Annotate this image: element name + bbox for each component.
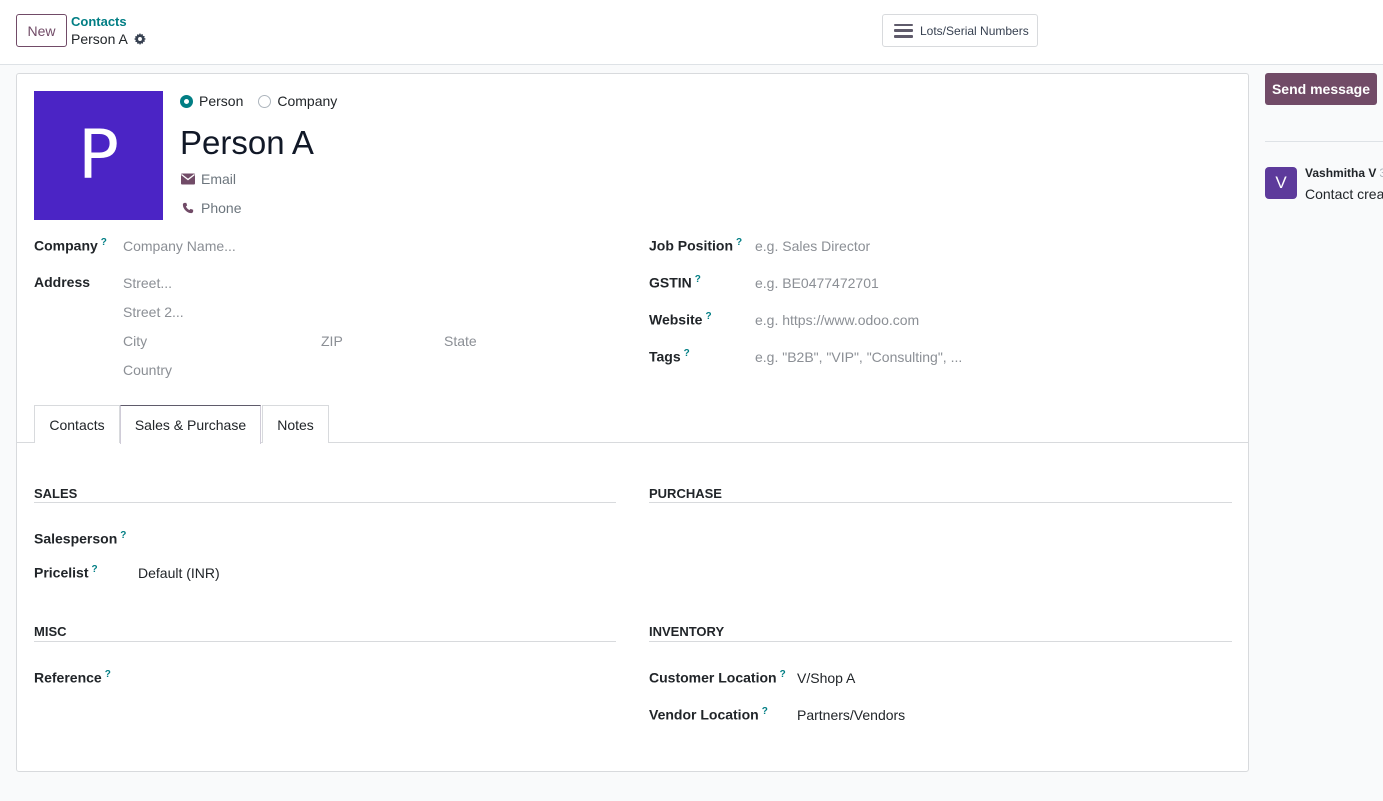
inventory-divider [649,641,1232,642]
gstin-help-icon[interactable]: ? [695,274,701,285]
company-label: Company? [34,237,107,254]
breadcrumb-contacts-link[interactable]: Contacts [71,14,127,29]
breadcrumb-current-label: Person A [71,31,128,47]
control-panel: New Contacts Person A Lots/Serial Number… [0,0,1383,65]
chatter-message-time: 3 [1379,166,1383,180]
tab-contacts[interactable]: Contacts [34,405,120,443]
address-label: Address [34,274,91,290]
envelope-icon [181,173,195,185]
vendor-location-help-icon[interactable]: ? [762,706,768,717]
pricelist-label: Pricelist? [34,564,98,581]
customer-location-label: Customer Location? [649,669,786,686]
send-message-button[interactable]: Send message [1265,73,1377,105]
job-position-help-icon[interactable]: ? [736,237,742,248]
website-label: Website? [649,311,712,328]
email-placeholder: Email [201,171,237,187]
pricelist-help-icon[interactable]: ? [91,564,97,575]
sales-divider [34,502,616,503]
chatter-message-header: Vashmitha V3 [1305,166,1383,180]
street2-input[interactable]: Street 2... [123,304,184,320]
radio-company[interactable] [258,94,272,108]
salesperson-help-icon[interactable]: ? [120,530,126,541]
country-input[interactable]: Country [123,362,172,378]
tags-help-icon[interactable]: ? [684,348,690,359]
customer-location-help-icon[interactable]: ? [780,669,786,680]
tab-notes[interactable]: Notes [262,405,329,443]
phone-field[interactable]: Phone [181,200,241,216]
lots-serial-numbers-label: Lots/Serial Numbers [920,23,1029,38]
website-help-icon[interactable]: ? [705,311,711,322]
gstin-label: GSTIN? [649,274,701,291]
gstin-input[interactable]: e.g. BE0477472701 [755,275,879,291]
vendor-location-field[interactable]: Partners/Vendors [797,707,905,723]
radio-person[interactable] [180,94,193,108]
misc-divider [34,641,616,642]
contact-name-field[interactable]: Person A [180,124,314,162]
city-input[interactable]: City [123,333,147,349]
inventory-section-title: INVENTORY [649,624,725,639]
lots-serial-numbers-button[interactable]: Lots/Serial Numbers [882,14,1038,47]
new-button[interactable]: New [16,14,67,47]
email-field[interactable]: Email [181,171,236,187]
state-input[interactable]: State [444,333,477,349]
vendor-location-label: Vendor Location? [649,706,768,723]
company-type-selector: Person Company [180,93,346,109]
list-bars-icon [894,23,913,38]
chatter-message-body: Contact crea [1305,186,1383,202]
tags-label: Tags? [649,348,690,365]
avatar[interactable]: P [34,91,163,220]
phone-icon [182,202,194,214]
misc-section-title: MISC [34,624,67,639]
radio-person-label[interactable]: Person [199,93,243,109]
radio-company-label[interactable]: Company [277,93,337,109]
street-input[interactable]: Street... [123,275,172,291]
tags-input[interactable]: e.g. "B2B", "VIP", "Consulting", ... [755,349,962,365]
purchase-divider [649,502,1232,503]
purchase-section-title: PURCHASE [649,486,722,501]
chatter-divider [1265,141,1383,142]
job-position-label: Job Position? [649,237,743,254]
phone-placeholder: Phone [201,200,242,216]
reference-label: Reference? [34,669,111,686]
job-position-input[interactable]: e.g. Sales Director [755,238,870,254]
breadcrumb-current: Person A [71,31,146,47]
company-help-icon[interactable]: ? [101,237,107,248]
sales-section-title: SALES [34,486,78,501]
form-sheet: P Person Company Person A Email Phone Co… [16,73,1249,772]
zip-input[interactable]: ZIP [321,333,343,349]
reference-help-icon[interactable]: ? [105,669,111,680]
gear-icon[interactable] [133,33,146,45]
company-input[interactable]: Company Name... [123,238,236,254]
chatter-author-name[interactable]: Vashmitha V [1305,166,1376,180]
salesperson-label: Salesperson? [34,530,127,547]
chatter-author-avatar[interactable]: V [1265,167,1297,199]
customer-location-field[interactable]: V/Shop A [797,670,855,686]
tab-sales-purchase[interactable]: Sales & Purchase [120,405,261,444]
website-input[interactable]: e.g. https://www.odoo.com [755,312,919,328]
pricelist-field[interactable]: Default (INR) [138,565,220,581]
